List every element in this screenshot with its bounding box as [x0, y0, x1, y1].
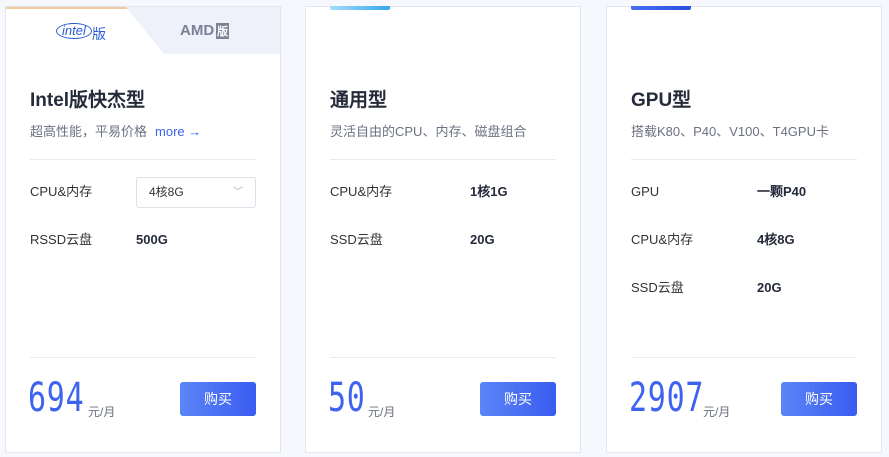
spec-value: 20G [757, 280, 782, 295]
spec-value: 一颗P40 [757, 184, 807, 199]
more-link[interactable]: more → [155, 124, 201, 139]
buy-button[interactable]: 购买 [480, 382, 556, 416]
buy-button[interactable]: 购买 [781, 382, 857, 416]
tab-amd-label: 版 [216, 23, 230, 39]
cpu-memory-select[interactable]: 4核8G ﹀ [136, 177, 256, 208]
divider [30, 159, 256, 160]
price-unit: 元/月 [368, 405, 396, 419]
price: 50 [328, 375, 366, 421]
chevron-down-icon: ﹀ [233, 187, 243, 198]
tab-intel[interactable]: intel 版 [6, 7, 164, 54]
divider [30, 357, 256, 358]
plan-subtitle: 搭载K80、P40、V100、T4GPU卡 [631, 124, 829, 139]
spec-row: CPU&内存 1核1G [330, 182, 556, 202]
tab-intel-label: 版 [92, 26, 106, 42]
price: 694 [28, 375, 85, 421]
spec-label: CPU&内存 [330, 184, 393, 199]
spec-row: CPU&内存 4核8G ﹀ [30, 177, 256, 208]
spec-row: RSSD云盘 500G [30, 230, 256, 250]
spec-label: GPU [631, 184, 660, 199]
plan-title: GPU型 [631, 90, 692, 111]
spec-label: RSSD云盘 [30, 232, 93, 247]
cpu-vendor-tabs: intel 版 AMD 版 [6, 7, 280, 54]
spec-value: 1核1G [470, 184, 508, 199]
spec-value: 20G [470, 232, 495, 247]
spec-label: CPU&内存 [631, 232, 694, 247]
buy-button[interactable]: 购买 [180, 382, 256, 416]
plan-title: 通用型 [330, 90, 388, 111]
spec-row: SSD云盘 20G [330, 230, 556, 250]
spec-row: SSD云盘 20G [631, 278, 857, 298]
divider [631, 357, 857, 358]
spec-row: GPU 一颗P40 [631, 182, 857, 202]
spec-row: CPU&内存 4核8G [631, 230, 857, 250]
spec-label: SSD云盘 [330, 232, 383, 247]
price-unit: 元/月 [88, 405, 116, 419]
spec-label: SSD云盘 [631, 280, 684, 295]
price-unit: 元/月 [703, 405, 731, 419]
gpu-plan-card: GPU型 搭载K80、P40、V100、T4GPU卡 GPU 一颗P40 CPU&… [606, 6, 882, 453]
plan-subtitle: 超高性能，平易价格 more → [30, 121, 201, 140]
spec-label: CPU&内存 [30, 184, 93, 199]
divider [631, 159, 857, 160]
subtitle-text: 超高性能，平易价格 [30, 124, 148, 139]
amd-logo: AMD [180, 22, 215, 39]
plan-title: Intel版快杰型 [30, 90, 146, 111]
select-value: 4核8G [149, 185, 184, 199]
tab-amd[interactable]: AMD 版 [180, 22, 230, 39]
divider [330, 159, 556, 160]
price: 2907 [629, 375, 705, 421]
intel-plan-card: intel 版 AMD 版 Intel版快杰型 超高性能，平易价格 more → C… [5, 6, 281, 453]
spec-value: 4核8G [757, 232, 795, 247]
plan-subtitle: 灵活自由的CPU、内存、磁盘组合 [330, 124, 527, 139]
general-plan-card: 通用型 灵活自由的CPU、内存、磁盘组合 CPU&内存 1核1G SSD云盘 20G… [305, 6, 581, 453]
accent-bar [330, 6, 390, 10]
intel-logo: intel [56, 23, 92, 39]
accent-bar [631, 6, 691, 10]
spec-value: 500G [136, 232, 168, 247]
divider [330, 357, 556, 358]
